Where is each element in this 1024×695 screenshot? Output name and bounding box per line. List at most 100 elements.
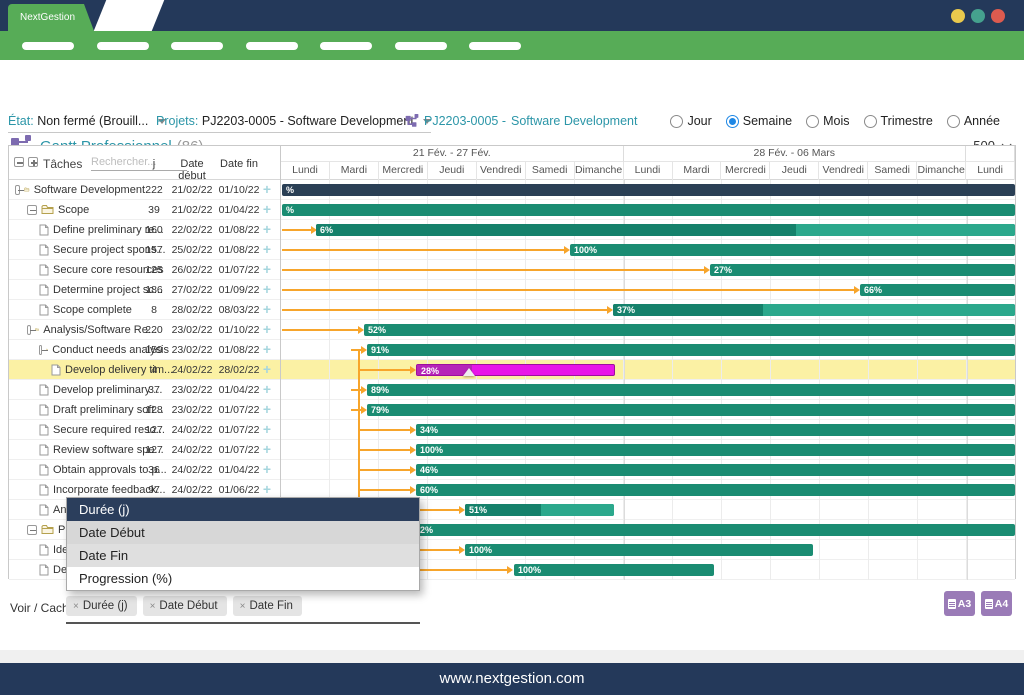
collapse-toggle-icon[interactable] (39, 345, 42, 355)
gantt-bar[interactable]: 6% (316, 224, 1015, 236)
nav-menu-pill[interactable] (22, 42, 74, 50)
chip-remove-icon[interactable]: × (240, 601, 246, 612)
export-a3-button[interactable]: A3 (944, 591, 975, 616)
gantt-bar[interactable]: 100% (514, 564, 714, 576)
add-subtask-icon[interactable]: + (259, 261, 275, 278)
add-subtask-icon[interactable]: + (259, 461, 275, 478)
add-subtask-icon[interactable]: + (259, 421, 275, 438)
add-subtask-icon[interactable]: + (259, 241, 275, 258)
nav-menu-pill[interactable] (469, 42, 521, 50)
nav-menu-pill[interactable] (246, 42, 298, 50)
task-name[interactable]: Analysis/Software Re... (43, 324, 157, 336)
gantt-bar[interactable]: % (282, 204, 1015, 216)
gantt-bar[interactable]: 28% (416, 364, 615, 376)
gantt-bar[interactable]: 34% (416, 424, 1015, 436)
radio-année[interactable]: Année (947, 114, 1000, 128)
add-subtask-icon[interactable]: + (259, 481, 275, 498)
gantt-bar[interactable]: 27% (710, 264, 1015, 276)
nav-menu-pill[interactable] (97, 42, 149, 50)
projets-select[interactable]: Projets: PJ2203-0005 - Software Developm… (156, 114, 431, 133)
gantt-bar[interactable]: 60% (416, 484, 1015, 496)
add-subtask-icon[interactable]: + (259, 381, 275, 398)
nav-menu-pill[interactable] (171, 42, 223, 50)
radio-semaine[interactable]: Semaine (726, 114, 792, 128)
progress-drag-handle[interactable] (463, 368, 475, 376)
chip-remove-icon[interactable]: × (73, 601, 79, 612)
gantt-bar[interactable]: 52% (364, 324, 1015, 336)
task-name[interactable]: Software Development (34, 184, 145, 196)
collapse-all-icon[interactable] (14, 157, 24, 167)
task-row[interactable]: 100%Review software spe...12724/02/2201/… (9, 440, 1015, 460)
add-subtask-icon[interactable]: + (259, 201, 275, 218)
add-subtask-icon[interactable]: + (259, 221, 275, 238)
radio-mois[interactable]: Mois (806, 114, 849, 128)
nav-menu-pill[interactable] (395, 42, 447, 50)
brand-tab[interactable]: NextGestion (8, 4, 94, 31)
gantt-bar[interactable]: 72% (411, 524, 1015, 536)
gantt-bar[interactable]: 89% (367, 384, 1015, 396)
add-subtask-icon[interactable]: + (259, 441, 275, 458)
column-chip[interactable]: ×Date Début (143, 596, 227, 616)
task-row[interactable]: %Scope3921/02/2201/04/22+ (9, 200, 1015, 220)
collapse-toggle-icon[interactable] (27, 205, 37, 215)
task-row[interactable]: 91%Conduct needs analysis15923/02/2201/0… (9, 340, 1015, 360)
add-subtask-icon[interactable]: + (259, 321, 275, 338)
task-row[interactable]: 27%Secure core resources12526/02/2201/07… (9, 260, 1015, 280)
gantt-bar[interactable]: % (282, 184, 1015, 196)
task-row[interactable]: %Software Development22221/02/2201/10/22… (9, 180, 1015, 200)
task-row[interactable]: 66%Determine project sc...18627/02/2201/… (9, 280, 1015, 300)
etat-label: État: (8, 114, 34, 128)
nav-menu-pill[interactable] (320, 42, 372, 50)
gantt-bar[interactable]: 46% (416, 464, 1015, 476)
etat-select[interactable]: État: Non fermé (Brouill... (8, 114, 166, 133)
gantt-bar[interactable]: 37% (613, 304, 1015, 316)
task-row[interactable]: 100%Secure project spons...15725/02/2201… (9, 240, 1015, 260)
task-start-date: 23/02/22 (167, 404, 217, 416)
gantt-bar[interactable]: 100% (416, 444, 1015, 456)
collapse-toggle-icon[interactable] (27, 525, 37, 535)
add-subtask-icon[interactable]: + (259, 341, 275, 358)
window-close-dot[interactable] (991, 9, 1005, 23)
export-a4-button[interactable]: A4 (981, 591, 1012, 616)
add-subtask-icon[interactable]: + (259, 401, 275, 418)
task-name[interactable]: Scope (58, 204, 89, 216)
gantt-bar[interactable]: 66% (860, 284, 1015, 296)
task-row[interactable]: 34%Secure required reso...12724/02/2201/… (9, 420, 1015, 440)
expand-all-icon[interactable] (28, 157, 38, 167)
gantt-bar[interactable]: 100% (465, 544, 813, 556)
task-row[interactable]: 79%Draft preliminary soft...12823/02/220… (9, 400, 1015, 420)
gantt-bar[interactable]: 51% (465, 504, 614, 516)
menu-item-date-d-but[interactable]: Date Début (67, 521, 419, 544)
gantt-bar[interactable]: 100% (570, 244, 1015, 256)
add-subtask-icon[interactable]: + (259, 281, 275, 298)
chips-input-underline[interactable] (66, 622, 420, 624)
breadcrumb-project-link[interactable]: Software Development (511, 114, 637, 128)
task-name[interactable]: Scope complete (53, 304, 132, 316)
radio-trimestre[interactable]: Trimestre (864, 114, 933, 128)
add-subtask-icon[interactable]: + (259, 181, 275, 198)
menu-item-date-fin[interactable]: Date Fin (67, 544, 419, 567)
window-minimize-dot[interactable] (951, 9, 965, 23)
secondary-tab[interactable] (94, 0, 165, 31)
collapse-toggle-icon[interactable] (27, 325, 31, 335)
chip-remove-icon[interactable]: × (150, 601, 156, 612)
menu-item-progression[interactable]: Progression (%) (67, 567, 419, 590)
gantt-bar-label: 52% (368, 325, 386, 335)
add-subtask-icon[interactable]: + (259, 301, 275, 318)
add-subtask-icon[interactable]: + (259, 361, 275, 378)
task-row[interactable]: 46%Obtain approvals to p...3624/02/2201/… (9, 460, 1015, 480)
task-row[interactable]: 89%Develop preliminary ...3723/02/2201/0… (9, 380, 1015, 400)
window-maximize-dot[interactable] (971, 9, 985, 23)
radio-jour[interactable]: Jour (670, 114, 711, 128)
task-row[interactable]: 6%Define preliminary re...16022/02/2201/… (9, 220, 1015, 240)
task-row[interactable]: 28%Develop delivery tim...424/02/2228/02… (9, 360, 1015, 380)
gantt-bar[interactable]: 79% (367, 404, 1015, 416)
column-chip[interactable]: ×Durée (j) (66, 596, 137, 616)
task-row[interactable]: 37% Scope complete828/02/2208/03/22+ (9, 300, 1015, 320)
task-row-left: Scope complete828/02/2208/03/22+ (9, 300, 281, 320)
collapse-toggle-icon[interactable] (15, 185, 20, 195)
gantt-bar[interactable]: 91% (367, 344, 1015, 356)
column-chip[interactable]: ×Date Fin (233, 596, 302, 616)
task-row[interactable]: 52%Analysis/Software Re...22023/02/2201/… (9, 320, 1015, 340)
menu-item-dur-e-j[interactable]: Durée (j) (67, 498, 419, 521)
